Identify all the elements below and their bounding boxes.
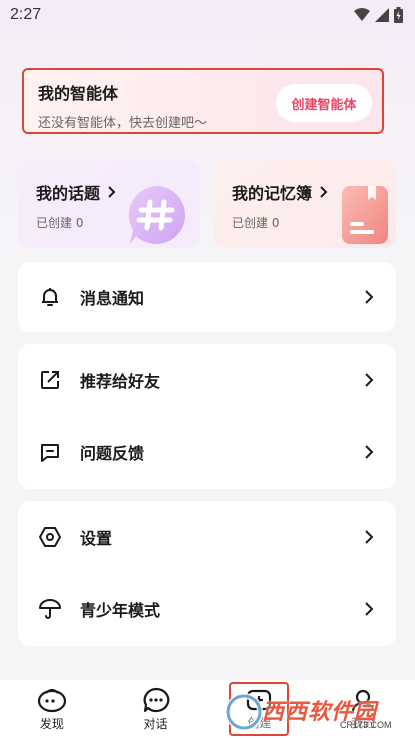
tab-label-me: 我的 (351, 715, 376, 730)
share-icon (38, 368, 62, 392)
status-icons (354, 7, 403, 23)
tab-label-create: 创建 (247, 715, 272, 730)
chevron-right-icon (365, 602, 374, 616)
tab-discover[interactable]: 发现 (0, 680, 104, 738)
menu-group-notifications: 消息通知 (18, 262, 396, 332)
tab-chat[interactable]: 对话 (104, 680, 208, 738)
wifi-icon (354, 8, 370, 21)
chevron-right-icon (365, 373, 374, 387)
tab-label-chat: 对话 (143, 716, 168, 731)
menu-label-notifications: 消息通知 (80, 289, 145, 308)
my-topics-card[interactable]: 我的话题 已创建 0 (18, 160, 200, 248)
menu-label-settings: 设置 (80, 529, 113, 548)
menu-label-teen-mode: 青少年模式 (80, 601, 161, 620)
bottom-tab-bar: 发现 对话 创建 我的 (0, 680, 415, 738)
status-bar: 2:27 (0, 0, 415, 30)
status-time: 2:27 (10, 6, 42, 23)
my-memory-book-card[interactable]: 我的记忆簿 已创建 0 (214, 160, 396, 248)
tab-create[interactable]: 创建 (229, 682, 290, 736)
chevron-right-icon (365, 530, 374, 544)
bell-icon (38, 285, 62, 309)
menu-label-feedback: 问题反馈 (80, 444, 145, 463)
memos-count: 已创建 0 (232, 216, 280, 230)
tab-label-discover: 发现 (39, 716, 64, 731)
chevron-right-icon (365, 290, 374, 304)
chevron-right-icon (365, 445, 374, 459)
menu-item-feedback[interactable]: 问题反馈 (18, 416, 396, 488)
menu-item-recommend[interactable]: 推荐给好友 (18, 344, 396, 416)
menu-item-teen-mode[interactable]: 青少年模式 (18, 573, 396, 645)
chevron-right-icon (108, 186, 116, 198)
my-agent-card[interactable]: 我的智能体 还没有智能体，快去创建吧～ 创建智能体 (22, 68, 384, 134)
cell-signal-icon (375, 8, 389, 22)
umbrella-icon (38, 597, 62, 621)
menu-label-recommend: 推荐给好友 (80, 372, 161, 391)
topics-count: 已创建 0 (36, 216, 84, 230)
memos-title-row: 我的记忆簿 (232, 180, 378, 204)
feedback-icon (38, 440, 62, 464)
chat-bubble-icon (143, 687, 169, 712)
menu-group-share: 推荐给好友 问题反馈 (18, 344, 396, 489)
create-plus-icon (247, 689, 272, 710)
menu-group-settings: 设置 青少年模式 (18, 501, 396, 646)
create-agent-button[interactable]: 创建智能体 (276, 84, 372, 122)
discover-face-icon (37, 688, 66, 712)
menu-item-settings[interactable]: 设置 (18, 501, 396, 573)
topics-title-row: 我的话题 (36, 180, 182, 204)
topics-title: 我的话题 (36, 184, 101, 203)
settings-hex-icon (38, 525, 62, 549)
profile-icon (352, 689, 375, 711)
tab-me[interactable]: 我的 (311, 680, 415, 738)
battery-icon (394, 7, 403, 23)
chevron-right-icon (320, 186, 328, 198)
menu-item-notifications[interactable]: 消息通知 (18, 262, 396, 332)
memos-title: 我的记忆簿 (232, 184, 313, 203)
